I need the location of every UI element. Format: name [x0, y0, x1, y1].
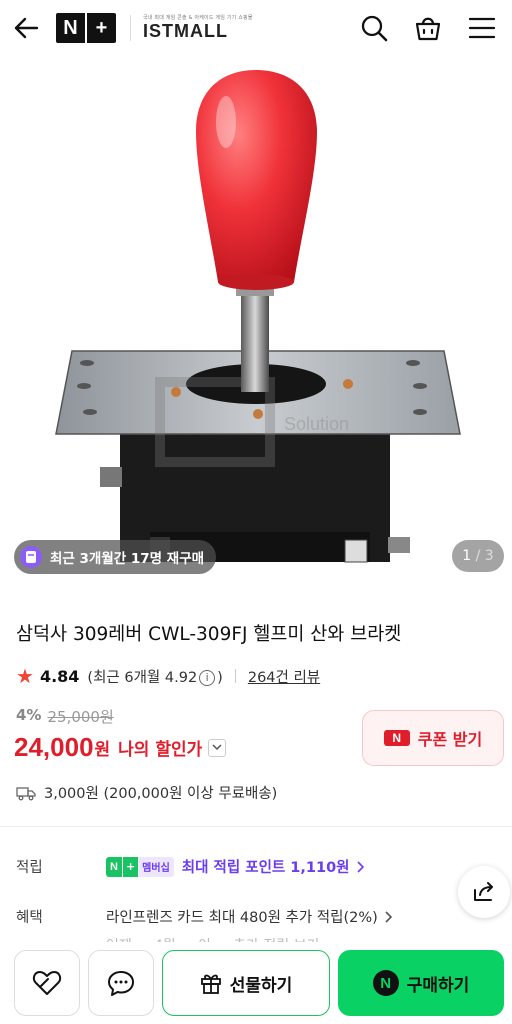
store-name: ISTMALL: [143, 21, 228, 41]
points-label: 적립: [16, 860, 43, 876]
truck-icon: [16, 786, 36, 800]
search-icon: [361, 15, 388, 42]
coupon-n-icon: N: [383, 730, 410, 746]
currency-unit: 원: [94, 740, 111, 760]
repurchase-badge: 최근 3개월간 17명 재구매: [14, 540, 217, 574]
recent-rating-prefix: (최근 6개월 4.92: [87, 669, 198, 686]
store-logo[interactable]: 국내 최대 게임 콘솔 & 아케이드 게임 기기 쇼핑몰 ISTMALL: [143, 14, 253, 42]
wishlist-button[interactable]: [14, 950, 80, 1016]
back-button[interactable]: [10, 12, 42, 44]
repurchase-icon: [20, 546, 42, 568]
image-watermark-text: Solution: [284, 414, 349, 434]
menu-button[interactable]: [466, 12, 498, 44]
naver-plus-membership-badge: N + 멤버십: [106, 856, 174, 877]
my-discount-toggle[interactable]: [208, 738, 227, 757]
basket-icon: [415, 17, 441, 41]
logo-n: N: [56, 13, 85, 43]
sale-price: 24,000: [14, 732, 94, 762]
repurchase-text: 최근 3개월간 17명 재구매: [50, 551, 205, 567]
chevron-right-icon: [385, 910, 392, 923]
image-pager: 1 / 3: [452, 540, 504, 572]
share-button[interactable]: [458, 866, 510, 918]
naverpay-n-icon: N: [372, 970, 399, 996]
shipping-text: 3,000원 (200,000원 이상 무료배송): [44, 786, 278, 802]
discount-row: 4% 25,000원: [16, 706, 114, 727]
badge-plus: +: [121, 856, 139, 877]
badge-n: N: [106, 856, 122, 877]
benefit-label: 혜택: [16, 910, 43, 926]
shipping-info: 3,000원 (200,000원 이상 무료배송): [16, 782, 277, 803]
recent-rating-suffix: ): [217, 669, 223, 686]
top-app-bar: N + 국내 최대 게임 콘솔 & 아케이드 게임 기기 쇼핑몰 ISTMALL: [0, 0, 512, 56]
search-button[interactable]: [358, 12, 390, 44]
pager-total: / 3: [475, 548, 494, 564]
buy-button[interactable]: N 구매하기: [338, 950, 504, 1016]
gift-label: 선물하기: [229, 975, 293, 996]
card-benefit-row[interactable]: 혜택 라인프렌즈 카드 최대 480원 추가 적립(2%): [16, 906, 394, 927]
max-points-text: 최대 적립 포인트 1,110원: [181, 860, 350, 876]
talk-button[interactable]: [88, 950, 154, 1016]
logo-plus: +: [87, 13, 116, 43]
chat-bubble-icon: [108, 971, 134, 996]
chevron-right-icon: [356, 860, 364, 873]
hamburger-menu-icon: [468, 17, 496, 39]
points-row[interactable]: 적립 N + 멤버십 최대 적립 포인트 1,110원: [16, 856, 366, 877]
card-benefit-text: 라인프렌즈 카드 최대 480원 추가 적립(2%): [106, 910, 378, 926]
gift-icon: [200, 974, 221, 994]
review-count-link[interactable]: 264건 리뷰: [248, 666, 320, 687]
discount-rate: 4%: [16, 706, 42, 724]
gift-button[interactable]: 선물하기: [162, 950, 330, 1016]
info-icon[interactable]: i: [199, 669, 216, 686]
price-row: 24,000 원 나의 할인가: [14, 732, 227, 763]
my-discount-label[interactable]: 나의 할인가: [118, 735, 202, 760]
star-icon: ★: [16, 664, 34, 688]
product-image-gallery[interactable]: Solution 최근 3개월간 17명 재구매 1 / 3: [0, 62, 512, 592]
bottom-action-bar: 선물하기 N 구매하기: [0, 942, 512, 1024]
product-title: 삼덕사 309레버 CWL-309FJ 헬프미 산와 브라켓: [16, 624, 402, 645]
back-arrow-icon: [14, 17, 39, 39]
recent-rating: (최근 6개월 4.92 i): [87, 666, 223, 687]
section-divider: [0, 826, 512, 827]
original-price: 25,000원: [47, 708, 114, 726]
basket-button[interactable]: [412, 12, 444, 44]
chevron-down-icon: [212, 744, 222, 751]
rating-value: 4.84: [39, 666, 80, 686]
coupon-label: 쿠폰 받기: [417, 730, 483, 749]
buy-label: 구매하기: [406, 975, 470, 996]
joystick-product-image: Solution: [55, 70, 461, 563]
header-divider: [130, 15, 131, 41]
rating-row: ★ 4.84 (최근 6개월 4.92 i) 264건 리뷰: [16, 664, 320, 688]
badge-membership: 멤버십: [138, 856, 174, 877]
rating-separator: [234, 669, 236, 683]
naver-plus-store-logo[interactable]: N +: [56, 13, 116, 43]
share-icon: [474, 882, 493, 901]
pager-current: 1: [462, 548, 472, 564]
heart-icon: [32, 971, 62, 995]
get-coupon-button[interactable]: N 쿠폰 받기: [362, 710, 504, 766]
store-tagline: 국내 최대 게임 콘솔 & 아케이드 게임 기기 쇼핑몰: [143, 15, 253, 21]
